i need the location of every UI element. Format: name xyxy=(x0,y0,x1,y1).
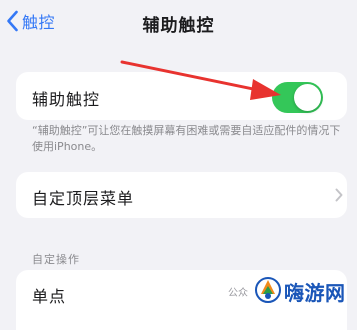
page-title: 辅助触控 xyxy=(142,16,215,36)
assistive-touch-toggle[interactable] xyxy=(272,82,323,113)
custom-actions-header: 自定操作 xyxy=(32,253,80,266)
assistive-touch-card: 辅助触控 xyxy=(16,72,347,120)
top-level-menu-row[interactable]: 自定顶层菜单 xyxy=(16,172,347,218)
site-logo-icon xyxy=(254,274,282,308)
assistive-touch-footnote: “辅助触控”可让您在触摸屏幕有困难或需要自适应配件的情况下使用iPhone。 xyxy=(32,124,341,153)
watermark-brand-text: 嗨游网 xyxy=(284,281,346,305)
single-tap-label: 单点 xyxy=(32,287,67,306)
assistive-touch-label: 辅助触控 xyxy=(32,90,101,109)
toggle-knob xyxy=(294,84,321,111)
watermark-small-text: 公众 xyxy=(228,288,248,299)
top-level-menu-label: 自定顶层菜单 xyxy=(32,189,135,208)
navigation-bar: 触控 辅助触控 xyxy=(0,0,357,46)
chevron-right-icon xyxy=(335,187,343,206)
watermark: 公众 嗨游网 xyxy=(228,272,357,313)
